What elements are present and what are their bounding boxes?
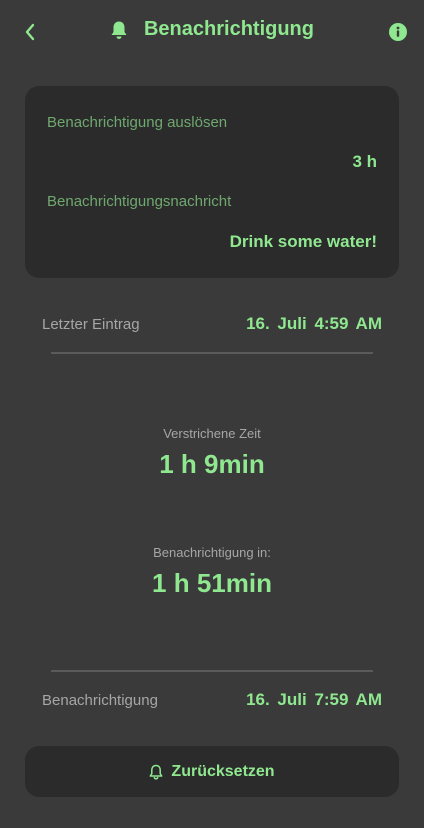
bell-outline-icon <box>149 764 163 780</box>
notification-time-row: Benachrichtigung 16. Juli 7:59 AM <box>42 690 382 710</box>
message-value[interactable]: Drink some water! <box>230 232 377 252</box>
last-entry-value: 16. Juli 4:59 AM <box>246 314 382 333</box>
message-label: Benachrichtigungsnachricht <box>47 193 232 210</box>
reset-button-label: Zurücksetzen <box>171 762 275 780</box>
elapsed-label: Verstrichene Zeit <box>163 426 261 441</box>
trigger-value[interactable]: 3 h <box>352 152 377 172</box>
notification-time-value: 16. Juli 7:59 AM <box>246 690 382 709</box>
info-icon <box>396 26 400 37</box>
divider-top <box>51 352 373 354</box>
header-title-group: Benachrichtigung <box>0 18 424 41</box>
bell-icon <box>111 21 127 39</box>
divider-bottom <box>51 670 373 672</box>
page-title: Benachrichtigung <box>143 18 314 40</box>
elapsed-value: 1 h 9min <box>159 449 265 479</box>
last-entry-row: Letzter Eintrag 16. Juli 4:59 AM <box>42 314 382 334</box>
notification-settings-card: Benachrichtigung auslösen 3 h Benachrich… <box>25 86 399 278</box>
next-notification-label: Benachrichtigung in: <box>153 545 271 560</box>
info-button[interactable] <box>389 23 407 41</box>
app-header: Benachrichtigung <box>0 0 424 64</box>
next-notification-value: 1 h 51min <box>152 568 272 598</box>
notification-time-label: Benachrichtigung <box>42 691 158 709</box>
last-entry-label: Letzter Eintrag <box>42 315 140 333</box>
reset-button[interactable]: Zurücksetzen <box>25 746 399 797</box>
trigger-label: Benachrichtigung auslösen <box>47 114 228 131</box>
